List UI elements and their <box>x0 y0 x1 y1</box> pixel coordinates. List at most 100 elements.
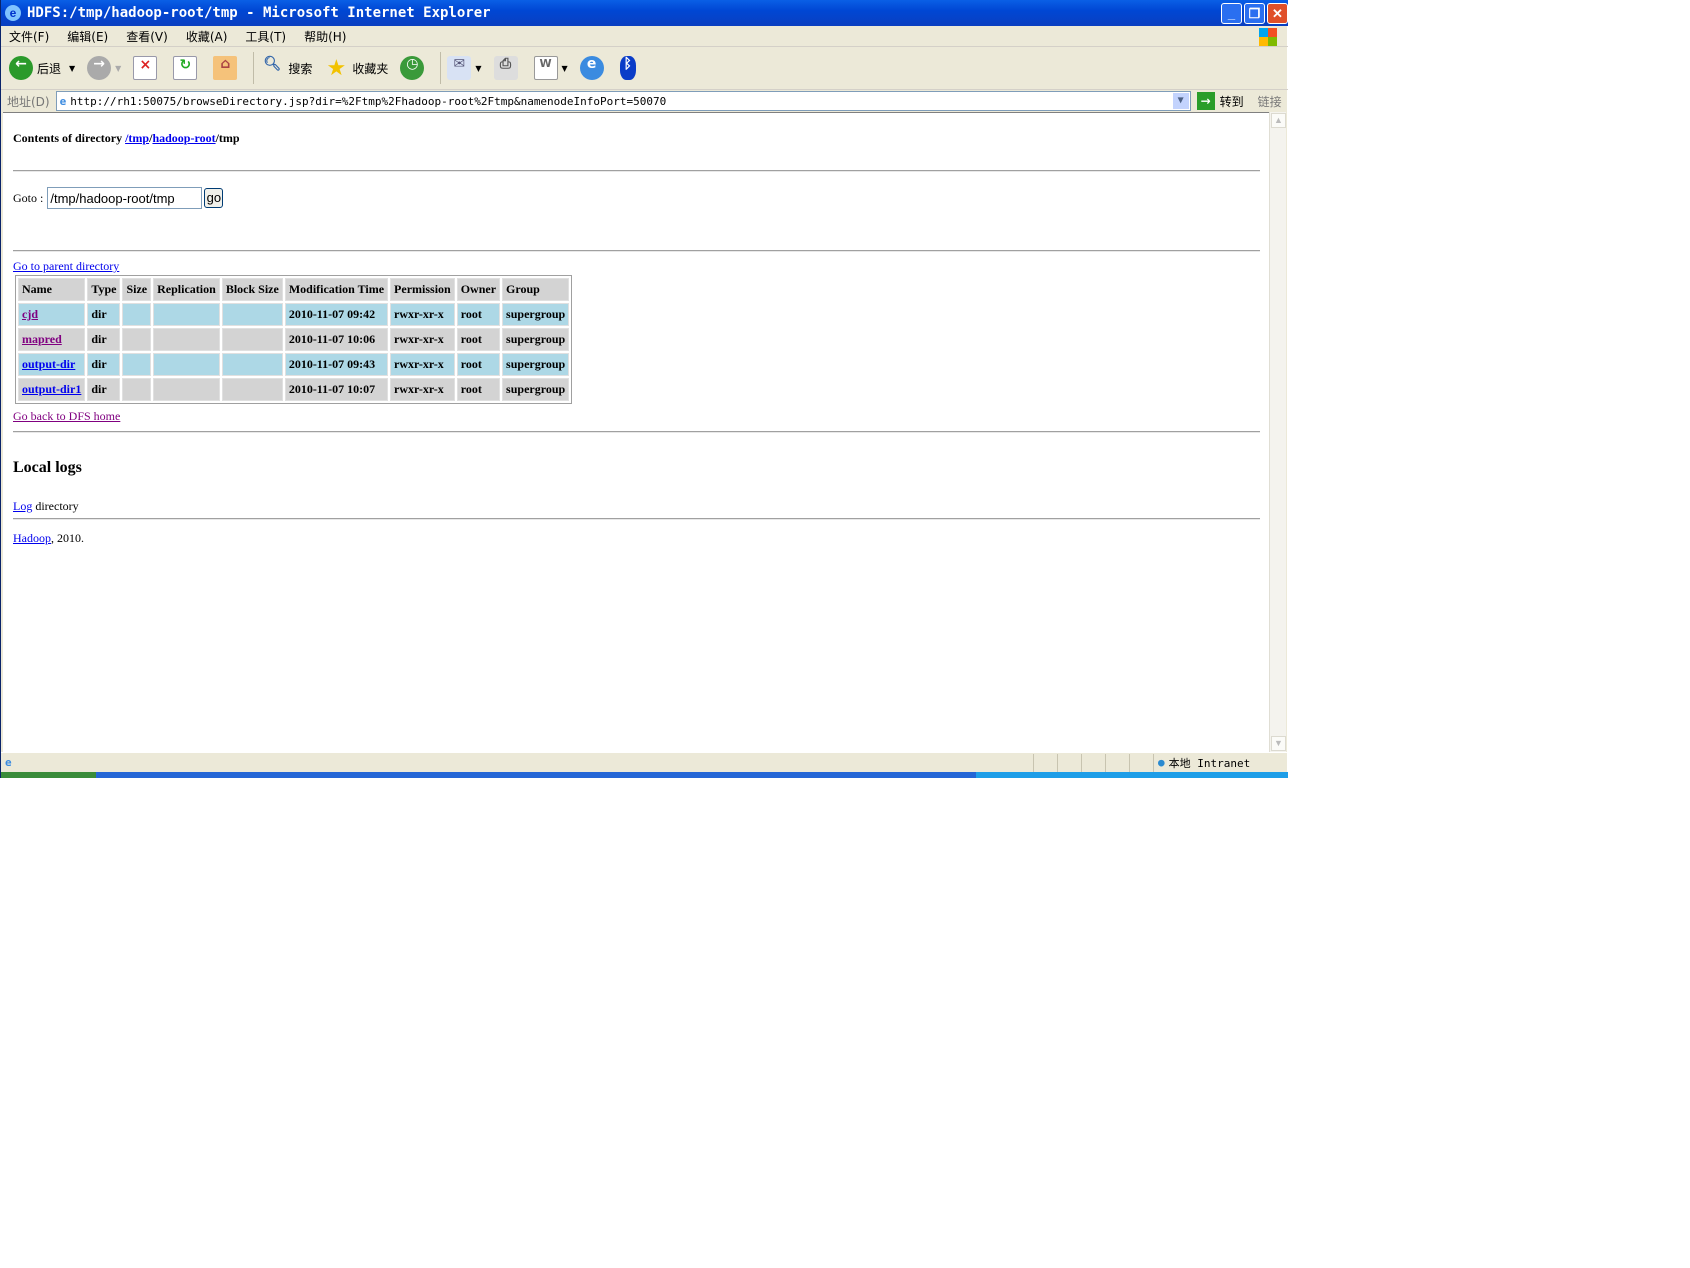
scroll-up-icon[interactable]: ▲ <box>1271 113 1286 128</box>
cell-replication <box>153 328 220 351</box>
go-to-button[interactable]: → 转到 <box>1196 92 1244 110</box>
star-icon: ★ <box>326 56 347 81</box>
col-size: Size <box>122 278 152 301</box>
status-cell <box>1105 753 1129 772</box>
dfs-home-link[interactable]: Go back to DFS home <box>13 409 120 424</box>
print-button[interactable]: ⎙ <box>493 56 522 80</box>
cell-permission: rwxr-xr-x <box>390 378 455 401</box>
forward-button[interactable]: → ▼ <box>87 56 121 80</box>
menu-file[interactable]: 文件(F) <box>9 28 49 45</box>
browser-window: e HDFS:/tmp/hadoop-root/tmp - Microsoft … <box>0 0 1288 778</box>
cell-type: dir <box>87 378 121 401</box>
cell-type: dir <box>87 353 121 376</box>
cell-replication <box>153 378 220 401</box>
vertical-scrollbar[interactable]: ▲ ▼ <box>1269 112 1286 752</box>
restore-button[interactable]: ❐ <box>1244 3 1265 24</box>
file-link[interactable]: output-dir1 <box>22 382 81 396</box>
address-url: http://rh1:50075/browseDirectory.jsp?dir… <box>70 94 667 108</box>
address-input[interactable]: e http://rh1:50075/browseDirectory.jsp?d… <box>55 91 1191 111</box>
toolbar-divider <box>253 52 255 84</box>
mail-icon: ✉ <box>447 56 472 80</box>
scroll-down-icon[interactable]: ▼ <box>1271 736 1286 751</box>
home-button[interactable]: ⌂ <box>213 56 241 80</box>
cell-type: dir <box>87 303 121 326</box>
local-logs-heading: Local logs <box>13 459 82 476</box>
bluetooth-button[interactable]: ᛒ <box>619 56 640 80</box>
col-name: Name <box>18 278 86 301</box>
refresh-button[interactable]: ↻ <box>173 56 201 80</box>
history-button[interactable]: ◷ <box>400 56 428 80</box>
divider <box>13 431 1260 433</box>
log-link[interactable]: Log <box>13 499 32 513</box>
search-button[interactable]: 🔍︎ 搜索 <box>260 56 312 80</box>
cell-permission: rwxr-xr-x <box>390 328 455 351</box>
menu-tools[interactable]: 工具(T) <box>245 28 286 45</box>
col-owner: Owner <box>456 278 501 301</box>
cell-name: cjd <box>18 303 86 326</box>
menu-favorites[interactable]: 收藏(A) <box>186 28 228 45</box>
page-content: Contents of directory /tmp/hadoop-root/t… <box>3 112 1269 752</box>
forward-arrow-icon: → <box>87 56 112 80</box>
home-icon: ⌂ <box>213 56 238 80</box>
table-header: Name Type Size Replication Block Size Mo… <box>18 278 570 301</box>
divider <box>13 170 1260 172</box>
zone-label: 本地 Intranet <box>1168 756 1251 770</box>
cell-group: supergroup <box>502 378 570 401</box>
search-icon: 🔍︎ <box>263 56 282 72</box>
window-title: HDFS:/tmp/hadoop-root/tmp - Microsoft In… <box>27 5 491 21</box>
col-modification-time: Modification Time <box>284 278 389 301</box>
cell-size <box>122 328 152 351</box>
crumb-tmp[interactable]: /tmp <box>125 131 149 145</box>
col-replication: Replication <box>153 278 220 301</box>
file-link[interactable]: output-dir <box>22 357 75 371</box>
cell-mtime: 2010-11-07 09:43 <box>284 353 389 376</box>
minimize-button[interactable]: _ <box>1221 3 1242 24</box>
divider <box>13 250 1260 252</box>
menu-view[interactable]: 查看(V) <box>126 28 168 45</box>
intranet-icon: ● <box>1158 756 1165 769</box>
cell-owner: root <box>456 303 501 326</box>
file-link[interactable]: cjd <box>22 307 38 321</box>
cell-replication <box>153 353 220 376</box>
table-row: output-dir1 dir 2010-11-07 10:07 rwxr-xr… <box>18 378 570 401</box>
edit-button[interactable]: W ▼ <box>533 56 568 80</box>
cell-size <box>122 378 152 401</box>
parent-directory-link[interactable]: Go to parent directory <box>13 259 119 274</box>
footer-suffix: , 2010. <box>51 531 84 545</box>
goto-input[interactable]: /tmp/hadoop-root/tmp <box>47 187 203 209</box>
stop-button[interactable]: × <box>133 56 161 80</box>
hadoop-link[interactable]: Hadoop <box>13 531 51 545</box>
ie-icon: e <box>5 5 21 21</box>
status-cell <box>1081 753 1105 772</box>
page-status-icon: e <box>5 756 12 769</box>
back-label: 后退 <box>37 61 62 76</box>
ie-button[interactable]: e <box>579 56 608 80</box>
address-label: 地址(D) <box>7 94 50 109</box>
address-dropdown-icon[interactable]: ▼ <box>1172 93 1189 109</box>
windows-logo-icon <box>1259 28 1277 46</box>
close-button[interactable]: ✕ <box>1267 3 1288 24</box>
history-icon: ◷ <box>400 56 425 80</box>
menu-edit[interactable]: 编辑(E) <box>67 28 108 45</box>
search-label: 搜索 <box>288 61 313 76</box>
cell-owner: root <box>456 378 501 401</box>
table-row: cjd dir 2010-11-07 09:42 rwxr-xr-x root … <box>18 303 570 326</box>
back-button[interactable]: ← 后退 ▼ <box>9 56 75 80</box>
back-arrow-icon: ← <box>9 56 33 80</box>
favorites-label: 收藏夹 <box>352 61 389 76</box>
crumb-hadoop-root[interactable]: hadoop-root <box>152 131 215 145</box>
cell-mtime: 2010-11-07 09:42 <box>284 303 389 326</box>
title-bar: e HDFS:/tmp/hadoop-root/tmp - Microsoft … <box>1 0 1288 26</box>
go-button[interactable]: go <box>204 188 224 208</box>
log-suffix: directory <box>32 499 79 513</box>
cell-type: dir <box>87 328 121 351</box>
links-button[interactable]: 链接 <box>1258 93 1282 110</box>
cell-block-size <box>221 328 283 351</box>
cell-group: supergroup <box>502 328 570 351</box>
menu-help[interactable]: 帮助(H) <box>304 28 346 45</box>
mail-button[interactable]: ✉ ▼ <box>447 56 482 80</box>
taskbar-strip <box>1 772 1288 778</box>
file-link[interactable]: mapred <box>22 332 62 346</box>
col-permission: Permission <box>390 278 455 301</box>
favorites-button[interactable]: ★ 收藏夹 <box>324 56 389 81</box>
